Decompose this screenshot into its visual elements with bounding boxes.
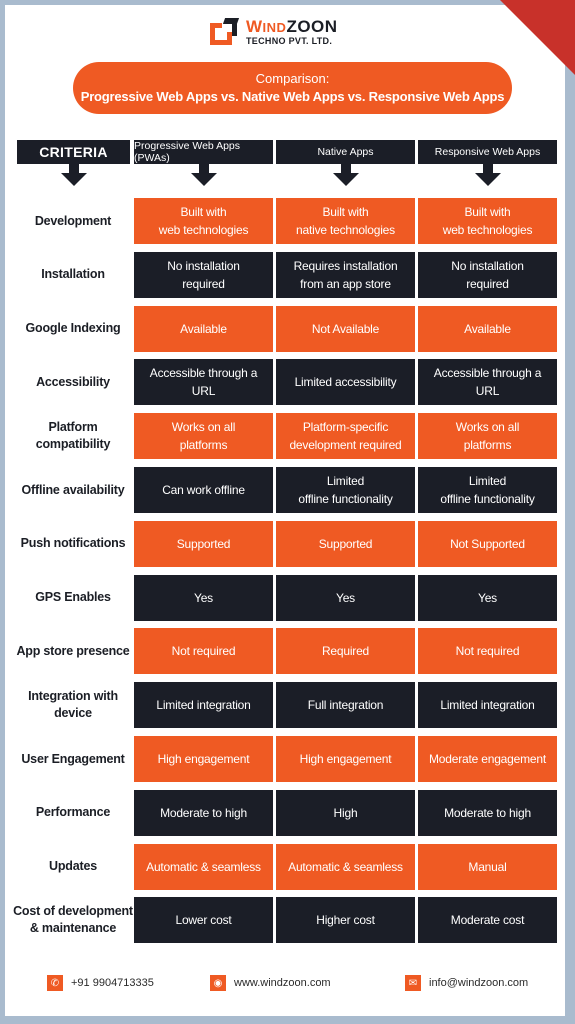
table-row: GPS Enables Yes Yes Yes bbox=[5, 574, 565, 621]
cell-responsive: Not required bbox=[418, 628, 557, 675]
table-row: Cost of development & maintenance Lower co… bbox=[5, 897, 565, 944]
footer-website[interactable]: ◉ www.windzoon.com bbox=[210, 975, 331, 991]
criteria-label: Integration with device bbox=[28, 689, 118, 721]
cell-native: Limited offline functionality bbox=[276, 467, 415, 513]
criteria-label: Accessibility bbox=[36, 374, 110, 389]
table-row: Push notifications Supported Supported Not … bbox=[5, 520, 565, 567]
email-link: info@windzoon.com bbox=[429, 977, 529, 989]
brand-subtitle: TECHNO PVT. LTD. bbox=[246, 36, 333, 46]
cell-responsive: Built with web technologies bbox=[418, 198, 557, 244]
cell-native: Requires installation from an app store bbox=[276, 251, 415, 298]
header-responsive: Responsive Web Apps bbox=[418, 140, 557, 164]
criteria-label: Installation bbox=[41, 267, 105, 282]
cell-pwa: Yes bbox=[134, 574, 273, 621]
brand-logo: WINDZOON TECHNO PVT. LTD. bbox=[210, 15, 338, 49]
globe-icon: ◉ bbox=[210, 975, 226, 991]
cell-native: High engagement bbox=[276, 736, 415, 782]
cell-pwa: Accessible through a URL bbox=[134, 359, 273, 406]
criteria-label: App store presence bbox=[16, 643, 130, 658]
brand-name: WINDZOON bbox=[246, 17, 338, 36]
criteria-label: Development bbox=[34, 213, 112, 228]
cell-responsive: Yes bbox=[418, 574, 557, 621]
cell-pwa: Automatic & seamless bbox=[134, 843, 273, 890]
arrow-down-icon bbox=[333, 164, 359, 188]
cell-native: Higher cost bbox=[276, 897, 415, 944]
cell-pwa: Not required bbox=[134, 628, 273, 675]
cell-responsive: Moderate to high bbox=[418, 789, 557, 836]
table-row: App store presence Not required Required No… bbox=[5, 628, 565, 675]
criteria-label: Push notifications bbox=[20, 536, 126, 551]
cell-responsive: Moderate cost bbox=[418, 897, 557, 944]
table-row: User Engagement High engagement High engag… bbox=[5, 736, 565, 782]
cell-native: Built with native technologies bbox=[276, 198, 415, 244]
cell-responsive: Moderate engagement bbox=[418, 736, 557, 782]
cell-native: Limited accessibility bbox=[276, 359, 415, 406]
infographic-page: WINDZOON TECHNO PVT. LTD. Comparison: Pr… bbox=[5, 5, 565, 1016]
header-pwa: Progressive Web Apps (PWAs) bbox=[134, 140, 273, 164]
cell-native: Supported bbox=[276, 520, 415, 567]
cell-responsive: Not Supported bbox=[418, 520, 557, 567]
criteria-label: Performance bbox=[35, 805, 111, 820]
criteria-label: GPS Enables bbox=[35, 590, 111, 605]
cell-responsive: Available bbox=[418, 305, 557, 352]
arrow-down-icon bbox=[61, 164, 87, 188]
criteria-label: Updates bbox=[49, 859, 97, 874]
cell-responsive: Limited offline functionality bbox=[418, 467, 557, 513]
table-row: Platform compatibility Works on all platfor… bbox=[5, 413, 565, 460]
website-link: www.windzoon.com bbox=[234, 977, 331, 989]
cell-responsive: Limited integration bbox=[418, 682, 557, 729]
cell-pwa: Limited integration bbox=[134, 682, 273, 729]
cell-native: Yes bbox=[276, 574, 415, 621]
cell-native: Required bbox=[276, 628, 415, 675]
table-row: Accessibility Accessible through a URL Limi… bbox=[5, 359, 565, 406]
criteria-label: User Engagement bbox=[21, 751, 125, 766]
cell-pwa: Moderate to high bbox=[134, 789, 273, 836]
phone-icon: ✆ bbox=[47, 975, 63, 991]
cell-native: High bbox=[276, 789, 415, 836]
arrow-down-icon bbox=[475, 164, 501, 188]
cell-native: Full integration bbox=[276, 682, 415, 729]
cell-pwa: Built with web technologies bbox=[134, 198, 273, 244]
phone-number: +91 9904713335 bbox=[71, 977, 154, 989]
cell-responsive: Works on all platforms bbox=[418, 413, 557, 460]
cell-pwa: Supported bbox=[134, 520, 273, 567]
cell-pwa: Works on all platforms bbox=[134, 413, 273, 460]
table-row: Google Indexing Available Not Available Ava… bbox=[5, 305, 565, 352]
criteria-label: Cost of development & maintenance bbox=[13, 904, 133, 936]
criteria-label: Platform compatibility bbox=[35, 420, 111, 452]
footer-phone[interactable]: ✆ +91 9904713335 bbox=[47, 975, 154, 991]
cell-responsive: No installation required bbox=[418, 251, 557, 298]
criteria-label: Offline availability bbox=[21, 482, 125, 497]
cell-pwa: Lower cost bbox=[134, 897, 273, 944]
table-row: Offline availability Can work offline Limi… bbox=[5, 467, 565, 513]
title-line-2: Progressive Web Apps vs. Native Web Apps… bbox=[80, 89, 505, 104]
title-line-1: Comparison: bbox=[255, 71, 330, 86]
mail-icon: ✉ bbox=[405, 975, 421, 991]
cell-native: Platform-specific development required bbox=[276, 413, 415, 460]
cell-responsive: Accessible through a URL bbox=[418, 359, 557, 406]
table-row: Performance Moderate to high High Moderate … bbox=[5, 789, 565, 836]
header-criteria: CRITERIA bbox=[17, 140, 130, 164]
criteria-label: Google Indexing bbox=[25, 321, 121, 336]
cell-native: Not Available bbox=[276, 305, 415, 352]
cell-native: Automatic & seamless bbox=[276, 843, 415, 890]
cell-pwa: Can work offline bbox=[134, 467, 273, 513]
cell-pwa: High engagement bbox=[134, 736, 273, 782]
cell-pwa: Available bbox=[134, 305, 273, 352]
header-native: Native Apps bbox=[276, 140, 415, 164]
cell-pwa: No installation required bbox=[134, 251, 273, 298]
logo-mark-icon bbox=[210, 18, 240, 46]
footer-email[interactable]: ✉ info@windzoon.com bbox=[405, 975, 528, 991]
cell-responsive: Manual bbox=[418, 843, 557, 890]
table-row: Integration with device Limited integratio… bbox=[5, 682, 565, 729]
table-row: Updates Automatic & seamless Automatic & s… bbox=[5, 843, 565, 890]
title-banner: Comparison: Progressive Web Apps vs. Nat… bbox=[73, 62, 512, 114]
arrow-down-icon bbox=[191, 164, 217, 188]
table-row: Installation No installation required Requi… bbox=[5, 251, 565, 298]
table-row: Development Built with web technologies Bui… bbox=[5, 198, 565, 244]
